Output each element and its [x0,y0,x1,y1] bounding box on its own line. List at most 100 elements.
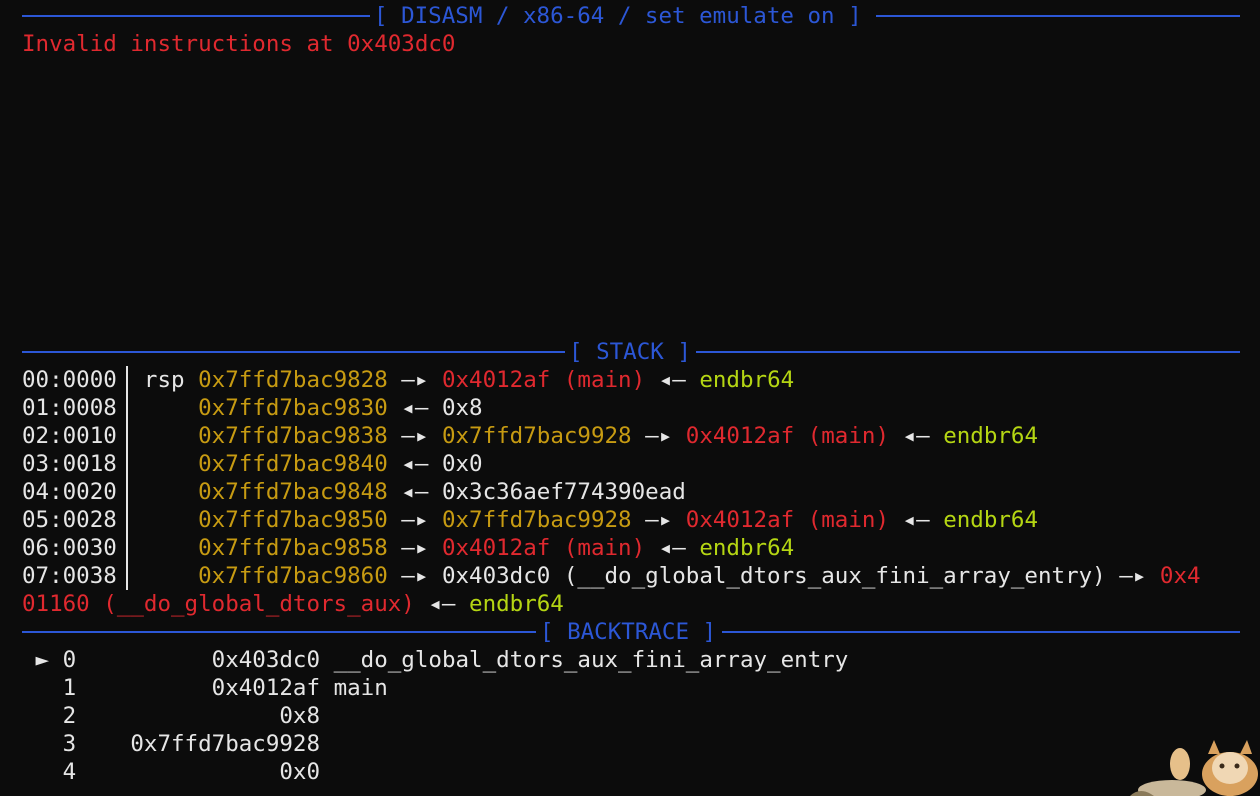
disasm-header: [ DISASM / x86-64 / set emulate on ] [22,2,1240,30]
stack-offset: 05:0028 [22,507,117,533]
stack-chain-part: 0x0 [441,451,483,477]
current-frame-marker-icon: ► [22,647,63,673]
rule-left [22,15,370,17]
stack-address: 0x7ffd7bac9828 [198,367,388,393]
stack-chain-part: endbr64 [469,591,564,617]
stack-register [144,451,198,477]
stack-register [144,535,198,561]
stack-address: 0x7ffd7bac9858 [198,535,388,561]
stack-address: 0x7ffd7bac9830 [198,395,388,421]
stack-row: 07:0038 0x7ffd7bac9860 —▸ 0x403dc0 (__do… [22,562,1201,590]
stack-row: 00:0000 rsp 0x7ffd7bac9828 —▸ 0x4012af (… [22,366,794,394]
stack-offset: 00:0000 [22,367,117,393]
stack-divider [126,506,128,534]
stack-row: 05:0028 0x7ffd7bac9850 —▸ 0x7ffd7bac9928… [22,506,1038,534]
stack-address: 0x7ffd7bac9850 [198,507,388,533]
stack-chain-part: —▸ [1105,563,1160,589]
backtrace-row[interactable]: 2 0x8 [22,702,320,730]
stack-offset: 04:0020 [22,479,117,505]
backtrace-row[interactable]: 1 0x4012af main [22,674,388,702]
stack-chain-part: 0x4012af (main) [685,507,889,533]
stack-address: 0x7ffd7bac9848 [198,479,388,505]
stack-header: [ STACK ] [22,338,1240,366]
stack-chain-part: ◂— [645,535,700,561]
frame-address: 0x4012af [76,675,321,701]
stack-chain-part: 0x4012af (main) [441,367,646,393]
stack-chain-part: 0x4 [1159,563,1201,589]
backtrace-row[interactable]: ► 0 0x403dc0 __do_global_dtors_aux_fini_… [22,646,849,674]
stack-divider [126,422,128,450]
frame-index: 0 [62,647,77,673]
stack-divider [126,394,128,422]
current-frame-marker-icon [22,675,63,701]
stack-register [144,563,198,589]
stack-chain-part: endbr64 [699,535,795,561]
stack-offset: 02:0010 [22,423,117,449]
stack-divider [126,534,128,562]
frame-index: 4 [62,759,77,785]
cat-decoration-icon [1130,740,1258,796]
stack-chain-part: 0x4012af (main) [441,535,646,561]
frame-address: 0x0 [76,759,321,785]
rule-right [876,15,1240,17]
stack-chain-part: —▸ [387,423,442,449]
rule-right [722,631,1240,633]
stack-chain-part: endbr64 [943,423,1039,449]
stack-row: 04:0020 0x7ffd7bac9848 ◂— 0x3c36aef77439… [22,478,686,506]
rule-left [22,631,536,633]
stack-register: rsp [143,367,199,393]
frame-symbol: __do_global_dtors_aux_fini_array_entry [320,647,849,673]
stack-address: 0x7ffd7bac9838 [198,423,388,449]
frame-address: 0x8 [76,703,321,729]
stack-chain-part: 0x4012af (main) [685,423,889,449]
stack-chain-part: endbr64 [943,507,1039,533]
disasm-error: Invalid instructions at 0x403dc0 [22,31,456,57]
stack-divider [126,562,128,590]
stack-chain-part: 0x8 [441,395,483,421]
rule-left [22,351,565,353]
stack-chain-part: 0x7ffd7bac9928 [441,423,632,449]
stack-row: 02:0010 0x7ffd7bac9838 —▸ 0x7ffd7bac9928… [22,422,1038,450]
stack-chain-part: ◂— [414,591,470,617]
stack-divider [126,366,128,394]
stack-register [144,395,198,421]
stack-chain-part: —▸ [387,563,442,589]
stack-divider [126,450,128,478]
frame-symbol: main [320,675,388,701]
stack-register [144,479,198,505]
stack-chain-part: ◂— [889,423,944,449]
stack-chain-part: endbr64 [699,367,795,393]
stack-divider [126,478,128,506]
stack-register [144,423,198,449]
stack-row-wrap: 01160 (__do_global_dtors_aux) ◂— endbr64 [22,590,564,618]
stack-chain-part: ◂— [387,479,442,505]
stack-row: 06:0030 0x7ffd7bac9858 —▸ 0x4012af (main… [22,534,794,562]
stack-chain-part: —▸ [631,423,686,449]
current-frame-marker-icon [22,703,63,729]
stack-title: [ STACK ] [569,339,691,365]
stack-offset: 06:0030 [22,535,117,561]
stack-chain-part: —▸ [387,507,442,533]
stack-row: 01:0008 0x7ffd7bac9830 ◂— 0x8 [22,394,483,422]
stack-chain-part: —▸ [387,535,442,561]
stack-register [144,507,198,533]
stack-chain-part: 01160 (__do_global_dtors_aux) [22,591,415,617]
stack-chain-part: 0x7ffd7bac9928 [441,507,632,533]
frame-index: 3 [62,731,77,757]
frame-address: 0x7ffd7bac9928 [76,731,321,757]
backtrace-row[interactable]: 4 0x0 [22,758,320,786]
stack-address: 0x7ffd7bac9860 [198,563,388,589]
backtrace-row[interactable]: 3 0x7ffd7bac9928 [22,730,320,758]
stack-chain-part: —▸ [631,507,686,533]
frame-index: 1 [62,675,77,701]
frame-index: 2 [62,703,77,729]
backtrace-title: [ BACKTRACE ] [540,619,717,645]
stack-chain-part: —▸ [387,367,442,393]
